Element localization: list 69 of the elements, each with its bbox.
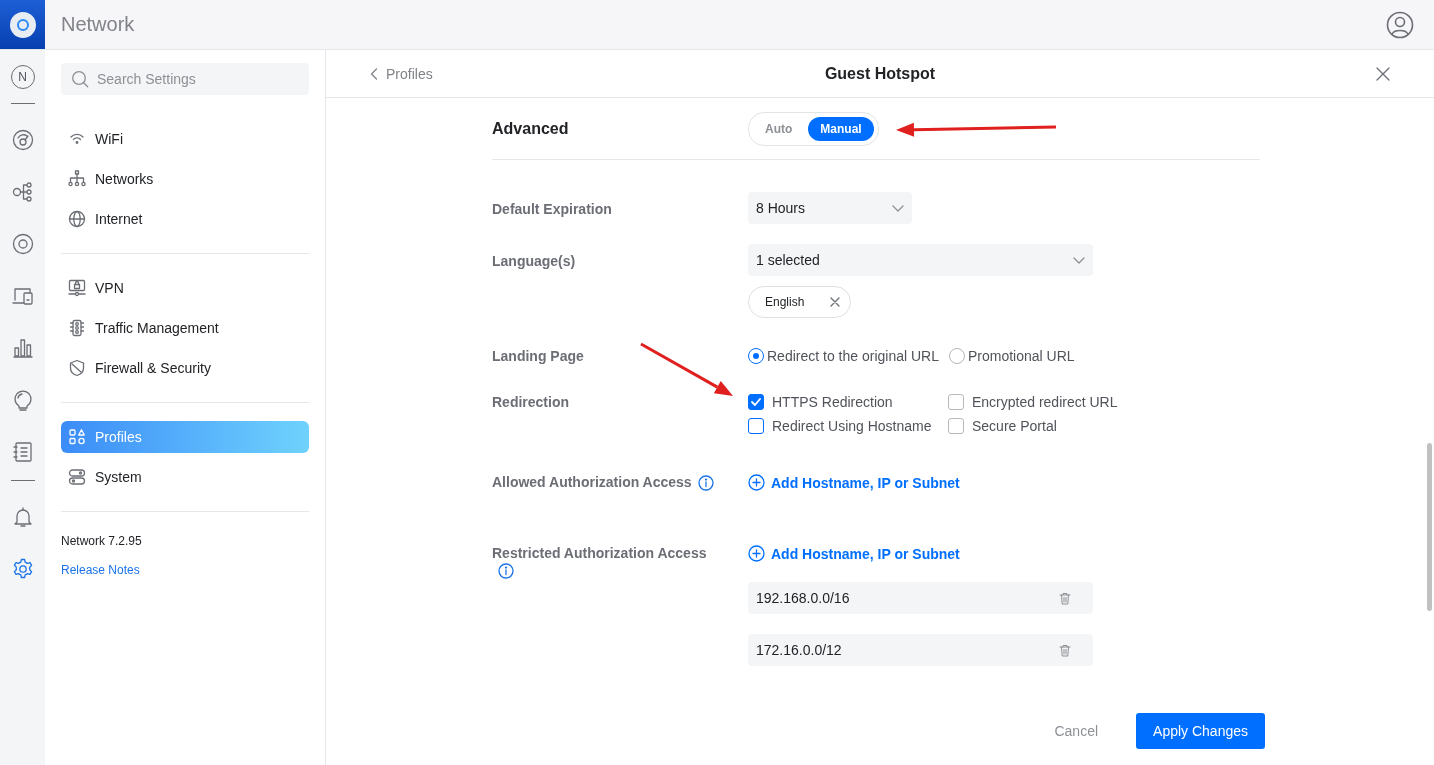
checkbox-option[interactable]: Redirect Using Hostname (748, 418, 948, 434)
bar-chart-icon[interactable] (11, 337, 34, 359)
field-label: Redirection (492, 394, 569, 410)
shield-icon (68, 359, 86, 377)
checkbox[interactable] (948, 394, 964, 410)
lightbulb-icon[interactable] (11, 389, 34, 411)
radio-button[interactable] (748, 348, 764, 364)
checkbox-option[interactable]: HTTPS Redirection (748, 394, 948, 410)
section-title: Advanced (492, 119, 570, 138)
panel-title: Guest Hotspot (824, 64, 936, 82)
trash-icon[interactable] (1059, 591, 1071, 605)
checkmark-icon (751, 398, 761, 406)
monitor-lock-icon (68, 279, 86, 297)
sidebar-item[interactable]: Internet (61, 203, 309, 235)
list-entry: 172.16.0.0/12 (748, 634, 1093, 667)
chevron-left-icon (370, 67, 378, 80)
apply-button[interactable]: Apply Changes (1136, 712, 1265, 749)
field-label: Language(s) (492, 253, 576, 269)
field-label: Landing Page (492, 348, 584, 364)
traffic-light-icon (68, 319, 86, 337)
plus-circle-icon (748, 545, 765, 563)
chevron-down-icon (1073, 256, 1085, 264)
field-label: Restricted Authorization Access (492, 545, 707, 562)
toggles-icon (68, 468, 86, 486)
add-link[interactable]: Add Hostname, IP or Subnet (748, 474, 960, 491)
shapes-icon (68, 428, 86, 446)
field-label: Default Expiration (492, 201, 612, 217)
sidebar-item[interactable]: Firewall & Security (61, 352, 309, 384)
radio-option[interactable]: Promotional URL (949, 348, 1075, 364)
tag-chip[interactable]: English (748, 286, 852, 318)
target-icon[interactable] (11, 233, 34, 255)
checkbox-option[interactable]: Secure Portal (948, 418, 1148, 434)
sidebar-item[interactable]: WiFi (61, 123, 309, 155)
list-entry: 192.168.0.0/16 (748, 582, 1093, 615)
checkbox[interactable] (748, 418, 764, 434)
checkbox-option[interactable]: Encrypted redirect URL (948, 394, 1148, 410)
checkbox[interactable] (948, 418, 964, 434)
plus-circle-icon (748, 474, 765, 491)
radio-button[interactable] (949, 348, 965, 364)
globe-icon (68, 210, 86, 228)
chevron-down-icon (892, 204, 904, 212)
user-icon[interactable] (1386, 10, 1414, 39)
notebook-icon[interactable] (11, 441, 34, 463)
app-title: Network (61, 13, 135, 36)
sidebar-item[interactable]: System (61, 461, 309, 493)
radio-option[interactable]: Redirect to the original URL (748, 348, 939, 364)
trash-icon[interactable] (1059, 643, 1071, 657)
topology-icon[interactable] (11, 181, 34, 203)
sidebar-item[interactable]: Traffic Management (61, 312, 309, 344)
back-link[interactable]: Profiles (370, 65, 433, 82)
sidebar-item[interactable]: VPN (61, 272, 309, 304)
search-field[interactable]: Search Settings (61, 63, 309, 95)
dropdown[interactable]: 8 Hours (748, 192, 912, 224)
release-notes-link[interactable]: Release Notes (61, 563, 140, 577)
version-text: Network 7.2.95 (61, 534, 143, 548)
checkbox[interactable] (748, 394, 764, 410)
field-label: Allowed Authorization Access (492, 474, 692, 490)
dropdown[interactable]: 1 selected (748, 244, 1093, 276)
scrollbar-thumb[interactable] (1427, 443, 1432, 611)
remove-icon[interactable] (830, 297, 841, 307)
app-logo[interactable] (0, 0, 45, 49)
settings-icon[interactable] (11, 558, 34, 580)
close-icon[interactable] (1376, 66, 1390, 81)
segment-tab[interactable]: Manual (808, 116, 874, 141)
hierarchy-icon (68, 170, 86, 188)
devices-icon[interactable] (11, 285, 34, 307)
add-link[interactable]: Add Hostname, IP or Subnet (748, 545, 960, 563)
dial-icon[interactable] (11, 129, 34, 151)
sidebar-item[interactable]: Networks (61, 163, 309, 195)
